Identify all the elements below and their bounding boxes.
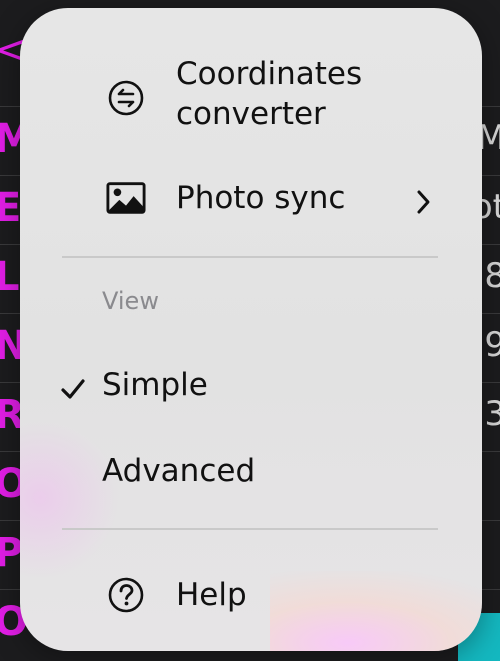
menu-item-label: Help bbox=[176, 577, 247, 613]
menu-glow-decoration bbox=[20, 418, 120, 578]
context-menu: Coordinates converter Photo sync View Si… bbox=[20, 8, 482, 651]
view-section-title: View bbox=[102, 287, 159, 315]
menu-item-photo-sync[interactable]: Photo sync bbox=[20, 173, 482, 223]
swap-arrows-circle-icon bbox=[106, 78, 146, 118]
menu-item-label: Photo sync bbox=[176, 180, 346, 216]
question-circle-icon bbox=[106, 575, 146, 615]
menu-separator bbox=[62, 256, 438, 258]
background-row-left-text: L bbox=[0, 254, 20, 300]
menu-item-help[interactable]: Help bbox=[20, 570, 482, 620]
background-row-right-text: 9 bbox=[484, 325, 500, 365]
checkmark-icon bbox=[60, 372, 86, 399]
background-row-right-text: 3 bbox=[484, 394, 500, 434]
app-screen: < M M E ot L 38 N 9 RS 3 OF P bbox=[0, 0, 500, 661]
background-row-left-text: E bbox=[0, 185, 22, 231]
menu-item-coordinates-converter[interactable]: Coordinates converter bbox=[20, 48, 482, 152]
menu-item-label: Advanced bbox=[102, 453, 256, 489]
menu-item-label: Simple bbox=[102, 367, 208, 403]
menu-item-view-simple[interactable]: Simple bbox=[20, 360, 482, 410]
menu-item-view-advanced[interactable]: Advanced bbox=[20, 446, 482, 496]
menu-item-label: Coordinates converter bbox=[176, 56, 363, 132]
photo-icon bbox=[106, 178, 146, 218]
chevron-right-icon bbox=[412, 185, 434, 214]
menu-separator bbox=[62, 528, 438, 530]
